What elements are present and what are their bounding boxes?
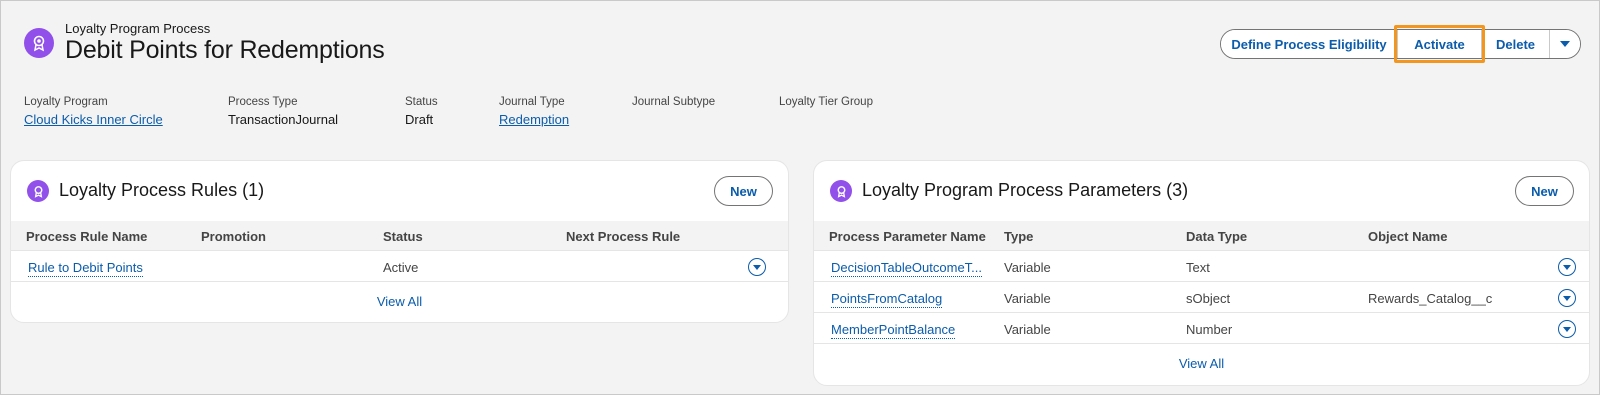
header-button-group: Define Process Eligibility Activate Dele… [1220, 25, 1581, 63]
data-type-cell: Number [1186, 322, 1233, 337]
loyalty-program-link[interactable]: Cloud Kicks Inner Circle [24, 112, 163, 127]
highlight-status: Status Draft [405, 96, 438, 127]
type-cell: Variable [1004, 260, 1051, 275]
card-header: Loyalty Program Process Parameters (3) N… [814, 161, 1589, 221]
object-name-cell: Rewards_Catalog__c [1368, 291, 1493, 306]
column-header[interactable]: Type [1004, 229, 1033, 244]
table-header: Process Rule Name Promotion Status Next … [11, 221, 788, 251]
row-actions-button[interactable] [1558, 258, 1576, 276]
type-cell: Variable [1004, 291, 1051, 306]
parameter-name-link[interactable]: MemberPointBalance [831, 322, 956, 339]
parameter-name-link[interactable]: PointsFromCatalog [831, 291, 943, 308]
table-header: Process Parameter Name Type Data Type Ob… [814, 221, 1589, 251]
define-process-eligibility-button[interactable]: Define Process Eligibility [1221, 30, 1398, 58]
table-row: MemberPointBalance Variable Number [814, 313, 1589, 344]
highlight-label: Loyalty Tier Group [779, 96, 873, 108]
activate-label: Activate [1414, 36, 1465, 52]
card-title: Loyalty Process Rules (1) [59, 180, 265, 200]
column-header[interactable]: Object Name [1368, 229, 1447, 244]
new-parameter-button[interactable]: New [1515, 176, 1574, 206]
loyalty-badge-icon [27, 180, 49, 202]
highlight-label: Loyalty Program [24, 96, 108, 108]
page-title: Debit Points for Redemptions [65, 36, 385, 64]
data-type-cell: Text [1186, 260, 1210, 275]
process-rules-card: Loyalty Process Rules (1) New Process Ru… [10, 160, 789, 323]
highlight-value: TransactionJournal [228, 112, 339, 127]
row-actions-button[interactable] [1558, 289, 1576, 307]
column-header[interactable]: Promotion [201, 229, 266, 244]
chevron-down-icon [1560, 41, 1570, 47]
highlight-journal-subtype: Journal Subtype [632, 96, 715, 112]
rule-name-link[interactable]: Rule to Debit Points [28, 260, 143, 277]
chevron-down-icon [753, 264, 761, 270]
object-type-label: Loyalty Program Process [65, 21, 211, 36]
row-actions-button[interactable] [1558, 320, 1576, 338]
more-actions-button[interactable] [1550, 30, 1580, 58]
chevron-down-icon [1563, 326, 1571, 332]
status-cell: Active [383, 260, 419, 275]
card-header: Loyalty Process Rules (1) New [11, 161, 788, 221]
type-cell: Variable [1004, 322, 1051, 337]
view-all-rules-link[interactable]: View All [11, 282, 788, 309]
table-row: DecisionTableOutcomeT... Variable Text [814, 251, 1589, 282]
column-header[interactable]: Next Process Rule [566, 229, 680, 244]
row-actions-button[interactable] [748, 258, 766, 276]
delete-button[interactable]: Delete [1482, 30, 1550, 58]
card-title: Loyalty Program Process Parameters (3) [862, 180, 1189, 200]
activate-button[interactable]: Activate [1394, 25, 1485, 63]
highlight-label: Journal Type [499, 96, 565, 108]
highlight-journal-type: Journal Type Redemption [499, 96, 569, 127]
table-row: PointsFromCatalog Variable sObject Rewar… [814, 282, 1589, 313]
loyalty-badge-icon [830, 180, 852, 202]
highlight-process-type: Process Type TransactionJournal [228, 96, 338, 127]
highlight-label: Process Type [228, 96, 298, 108]
view-all-parameters-link[interactable]: View All [814, 344, 1589, 371]
parameter-name-link[interactable]: DecisionTableOutcomeT... [831, 260, 983, 277]
column-header[interactable]: Data Type [1186, 229, 1247, 244]
chevron-down-icon [1563, 295, 1571, 301]
process-parameters-card: Loyalty Program Process Parameters (3) N… [813, 160, 1590, 386]
highlight-label: Journal Subtype [632, 96, 716, 108]
highlight-loyalty-program: Loyalty Program Cloud Kicks Inner Circle [24, 96, 163, 127]
column-header[interactable]: Status [383, 229, 423, 244]
highlight-label: Status [405, 96, 438, 108]
highlight-value: Draft [405, 112, 434, 127]
new-rule-button[interactable]: New [714, 176, 773, 206]
journal-type-link[interactable]: Redemption [499, 112, 569, 127]
column-header[interactable]: Process Rule Name [26, 229, 147, 244]
loyalty-badge-icon [24, 28, 54, 58]
column-header[interactable]: Process Parameter Name [829, 229, 986, 244]
highlight-loyalty-tier-group: Loyalty Tier Group [779, 96, 873, 112]
chevron-down-icon [1563, 264, 1571, 270]
table-row: Rule to Debit Points Active [11, 251, 788, 282]
data-type-cell: sObject [1186, 291, 1231, 306]
